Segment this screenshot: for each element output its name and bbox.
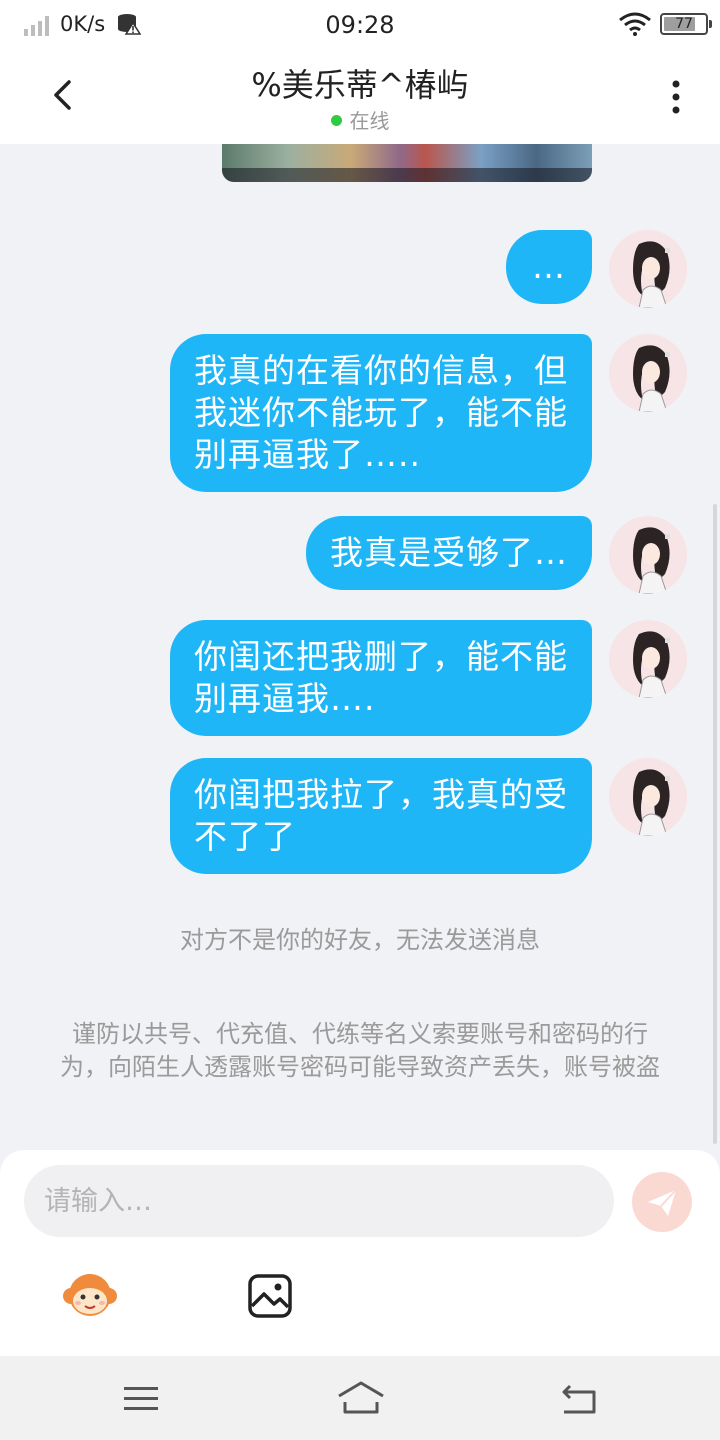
contact-name: %美乐蒂^椿屿: [251, 66, 469, 104]
online-dot: [330, 115, 342, 126]
emoji-button[interactable]: [60, 1268, 120, 1324]
home-button[interactable]: [336, 1380, 386, 1416]
composer-panel: [0, 1150, 720, 1356]
avatar-girl-icon: [633, 527, 670, 594]
scrollbar[interactable]: [713, 504, 717, 1144]
back-nav-button[interactable]: [558, 1382, 600, 1416]
avatar-girl-icon: [633, 769, 670, 836]
avatar-girl-icon: [633, 631, 670, 698]
message-bubble[interactable]: 我真的在看你的信息，但 我迷你不能玩了，能不能 别再逼我了…..: [170, 334, 592, 492]
message-input[interactable]: [24, 1165, 614, 1237]
more-options-button[interactable]: [656, 74, 696, 120]
system-note: 对方不是你的好友，无法发送消息: [180, 926, 540, 954]
message-bubble[interactable]: 你闺还把我删了，能不能 别再逼我….: [170, 620, 592, 736]
avatar[interactable]: [609, 620, 687, 698]
avatar[interactable]: [609, 230, 687, 308]
image-message[interactable]: [222, 144, 592, 182]
battery-level: 77: [675, 16, 693, 32]
avatar[interactable]: [609, 516, 687, 594]
system-nav-bar: [0, 1356, 720, 1440]
battery-icon: 77: [660, 13, 712, 35]
security-warning: 谨防以共号、代充值、代练等名义索要账号和密码的行为，向陌生人透露账号密码可能导致…: [60, 1020, 660, 1081]
status-bar: 0K/s 09:28 77: [0, 0, 720, 50]
send-button[interactable]: [632, 1172, 692, 1232]
image-button[interactable]: [246, 1272, 294, 1320]
wifi-icon: [619, 12, 651, 36]
message-list[interactable]: … 我真的在看你的信息，但 我迷你不能玩了，能不能 别再逼我了….. 我真是受够…: [0, 144, 720, 1150]
message-bubble[interactable]: 你闺把我拉了，我真的受 不了了: [170, 758, 592, 874]
online-status-label: 在线: [349, 109, 390, 133]
menu-button[interactable]: [122, 1384, 160, 1414]
paper-plane-icon: [648, 1189, 677, 1216]
online-status: 在线: [0, 105, 720, 134]
avatar[interactable]: [609, 334, 687, 412]
avatar-girl-icon: [633, 345, 670, 412]
chat-header: %美乐蒂^椿屿 在线: [0, 50, 720, 144]
message-bubble[interactable]: …: [506, 230, 592, 304]
avatar-girl-icon: [633, 241, 670, 308]
clock: 09:28: [325, 11, 395, 39]
message-bubble[interactable]: 我真是受够了…: [306, 516, 592, 590]
avatar[interactable]: [609, 758, 687, 836]
